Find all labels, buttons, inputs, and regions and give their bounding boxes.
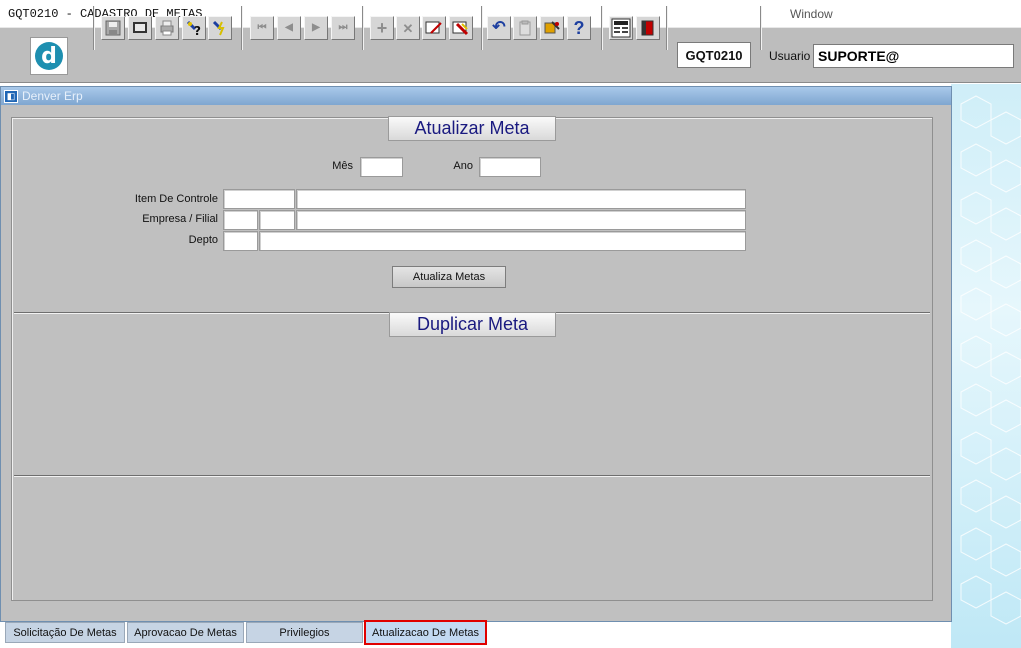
edit-record-button[interactable] (422, 16, 446, 40)
tab-atualizacao-de-metas[interactable]: Atualizacao De Metas (364, 620, 487, 645)
delete-record-button[interactable]: ✕ (396, 16, 420, 40)
toolbar-separator (93, 6, 95, 50)
user-label: Usuario (769, 49, 811, 63)
menu-icon (611, 18, 631, 38)
toolbar-separator (241, 6, 243, 50)
screen-button[interactable] (128, 16, 152, 40)
denver-logo-icon: d (35, 42, 63, 70)
undo-button[interactable]: ↶ (487, 16, 511, 40)
insert-record-icon: + (376, 18, 388, 38)
toolbar-separator (481, 6, 483, 50)
print-icon (160, 20, 174, 36)
first-record-icon: ⏮ (257, 22, 267, 33)
undo-icon: ↶ (492, 19, 506, 36)
save-button[interactable] (101, 16, 125, 40)
item-controle-desc-field[interactable] (296, 189, 746, 209)
ano-label: Ano (453, 160, 473, 172)
print-button[interactable] (155, 16, 179, 40)
depto-desc-field[interactable] (259, 231, 746, 251)
empresa-field[interactable] (223, 210, 258, 230)
screen-icon (133, 22, 147, 33)
exit-button[interactable] (636, 16, 660, 40)
exit-icon (641, 20, 654, 36)
tab-aprovacao-de-metas[interactable]: Aprovacao De Metas (127, 622, 244, 643)
insert-record-button[interactable]: + (370, 16, 394, 40)
toolbar-separator (601, 6, 603, 50)
empresa-desc-field[interactable] (296, 210, 746, 230)
clear-button[interactable] (449, 16, 473, 40)
depto-label: Depto (188, 234, 218, 246)
background-pattern (951, 84, 1021, 648)
clear-icon (452, 21, 469, 36)
edit-record-icon (425, 21, 442, 34)
last-record-icon: ⏭ (338, 22, 348, 33)
user-field: SUPORTE@ (813, 44, 1014, 68)
paste-button[interactable] (513, 16, 537, 40)
last-record-button[interactable]: ⏭ (331, 16, 355, 40)
toolbar-separator (760, 6, 762, 50)
query-execute-icon (212, 20, 225, 36)
menu-window[interactable]: Window (790, 7, 833, 21)
next-record-icon: ▶ (312, 22, 320, 33)
previous-record-icon: ◀ (285, 22, 293, 33)
section-title-duplicar: Duplicar Meta (389, 312, 556, 337)
depto-code-field[interactable] (223, 231, 258, 251)
tab-solicitacao-de-metas[interactable]: Solicitação De Metas (5, 622, 125, 643)
mes-field[interactable] (360, 157, 403, 177)
toolbar-separator (362, 6, 364, 50)
tab-privilegios[interactable]: Privilegios (246, 622, 363, 643)
window-title-bar (1, 87, 951, 105)
toolbar-separator (666, 6, 668, 50)
item-controle-code-field[interactable] (223, 189, 295, 209)
window-icon: ◧ (4, 90, 18, 103)
first-record-button[interactable]: ⏮ (250, 16, 274, 40)
execute-query-button[interactable] (208, 16, 232, 40)
help-icon: ? (573, 18, 585, 38)
hexagon-pattern (960, 95, 1021, 625)
app-logo: d (30, 37, 68, 75)
tools-button[interactable] (540, 16, 564, 40)
paste-icon (519, 20, 531, 36)
section-divider (14, 475, 930, 477)
svg-text:?: ? (194, 24, 201, 37)
help-query-icon: ? (186, 20, 201, 37)
form-code-display: GQT0210 (677, 42, 751, 68)
menu-button[interactable] (609, 16, 633, 40)
section-title-atualizar: Atualizar Meta (388, 116, 556, 141)
ano-field[interactable] (479, 157, 541, 177)
empresa-filial-label: Empresa / Filial (142, 213, 218, 225)
previous-record-button[interactable]: ◀ (277, 16, 301, 40)
atualiza-metas-button[interactable]: Atualiza Metas (392, 266, 506, 288)
next-record-button[interactable]: ▶ (304, 16, 328, 40)
delete-record-icon: ✕ (402, 20, 414, 36)
query-button[interactable]: ? (182, 16, 206, 40)
mes-label: Mês (332, 160, 353, 172)
item-controle-label: Item De Controle (134, 193, 218, 205)
save-icon (105, 20, 121, 36)
window-title: Denver Erp (22, 89, 83, 103)
help-button[interactable]: ? (567, 16, 591, 40)
filial-field[interactable] (259, 210, 295, 230)
tools-icon (544, 21, 560, 34)
